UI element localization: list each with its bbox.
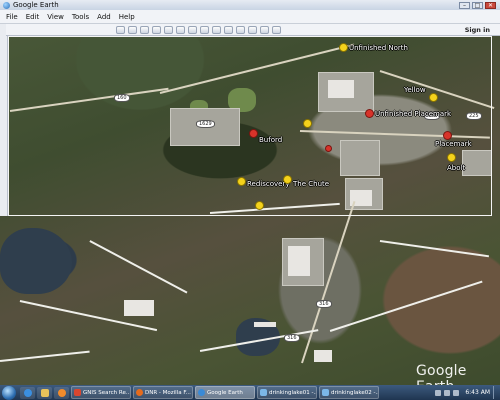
folder-icon [40,388,49,397]
road-shield: 225 [466,112,482,120]
media-player-icon [57,388,66,397]
print-icon[interactable] [248,25,257,34]
building-3 [288,246,310,276]
minimize-button[interactable]: – [459,1,470,9]
pushpin-icon [238,178,245,185]
toolbar: Sign in [6,24,500,36]
maximize-button[interactable]: □ [472,1,483,9]
historical-imagery-icon[interactable] [188,25,197,34]
task-gnis-search[interactable]: GNIS Search Re... [71,386,131,399]
pushpin-icon [256,202,263,209]
sidebar-collapsed[interactable] [0,24,8,216]
save-image-icon[interactable] [260,25,269,34]
record-tour-icon[interactable] [176,25,185,34]
email-icon[interactable] [236,25,245,34]
placemark[interactable]: Abolt [447,154,465,172]
menu-edit[interactable]: Edit [26,13,40,21]
sunlight-icon[interactable] [200,25,209,34]
title-bar[interactable]: Google Earth – □ ✕ [0,0,500,10]
placemark[interactable]: Placemark [435,132,472,148]
pushpin-icon [366,110,373,117]
building-6 [254,322,276,327]
placemark[interactable] [326,146,333,151]
taskbar-pin-ie[interactable] [20,386,35,399]
taskbar: GNIS Search Re... DNR - Mozilla F... Goo… [0,385,500,400]
placemark[interactable]: The Chute [284,176,329,188]
task-drinkinglake02[interactable]: drinkinglake02 -... [319,386,379,399]
hide-sidebar-icon[interactable] [116,25,125,34]
internet-explorer-icon [23,388,32,397]
ruler-icon[interactable] [224,25,233,34]
task-drinkinglake01[interactable]: drinkinglake01 -... [257,386,317,399]
image-overlay-icon[interactable] [164,25,173,34]
road-shield: 316 [284,334,300,342]
lake-west [0,228,72,294]
menu-file[interactable]: File [6,13,18,21]
road-i [379,240,490,257]
parking-lot-6 [462,150,492,176]
google-earth-icon [198,389,205,396]
pushpin-icon [429,94,437,101]
pushpin-icon [444,132,451,139]
taskbar-pin-explorer[interactable] [37,386,52,399]
pushpin-icon [326,146,331,151]
pushpin-icon [250,130,257,137]
sign-in-link[interactable]: Sign in [465,26,490,34]
road-h [89,240,188,294]
placemark[interactable]: Buford [250,130,282,144]
road-a [9,87,169,112]
show-hidden-icons-icon[interactable] [435,389,442,396]
menu-bar: File Edit View Tools Add Help [0,10,500,24]
placemark[interactable] [256,202,265,209]
road-k [0,350,90,362]
add-polygon-icon[interactable] [140,25,149,34]
planets-icon[interactable] [212,25,221,34]
clock[interactable]: 6:43 AM [465,389,490,396]
window-title: Google Earth [13,1,59,9]
menu-tools[interactable]: Tools [72,13,89,21]
add-path-icon[interactable] [152,25,161,34]
browser-icon [74,389,81,396]
road-shield: 316 [316,300,332,308]
menu-add[interactable]: Add [97,13,111,21]
volume-icon[interactable] [453,389,460,396]
task-dnr-mozilla[interactable]: DNR - Mozilla F... [133,386,193,399]
google-earth-logo-icon [3,1,10,9]
start-button[interactable] [2,385,16,400]
satellite-map[interactable]: 160 1629 225 316 316 440 Unfinished Nort… [0,0,500,400]
placemark[interactable]: Unfinished North [340,44,408,52]
paint-icon [322,389,329,396]
road-f [329,280,483,332]
placemark[interactable]: Rediscovery [238,178,290,188]
add-placemark-icon[interactable] [128,25,137,34]
pushpin-icon [448,154,455,161]
parking-lot-2 [340,140,380,176]
placemark[interactable]: Unfinished Placemark [366,110,451,118]
taskbar-pin-media[interactable] [54,386,69,399]
close-button[interactable]: ✕ [485,1,496,9]
building-5 [124,300,154,316]
paint-icon [260,389,267,396]
placemark[interactable]: Yellow [402,86,437,101]
task-google-earth[interactable]: Google Earth [195,386,255,399]
system-tray: 6:43 AM [435,386,497,399]
firefox-icon [136,389,143,396]
pushpin-icon [284,176,291,183]
placemark[interactable] [304,120,313,127]
pushpin-icon [304,120,311,127]
road-shield: 1629 [196,120,215,128]
show-desktop-button[interactable] [493,386,497,399]
pushpin-icon [340,44,347,51]
building-4 [314,350,332,362]
building-1 [328,80,354,98]
road-g [209,202,340,214]
menu-help[interactable]: Help [119,13,135,21]
window-controls: – □ ✕ [459,1,496,9]
menu-view[interactable]: View [47,13,64,21]
road-c [379,70,495,110]
view-in-maps-icon[interactable] [272,25,281,34]
road-shield: 160 [114,94,130,102]
network-icon[interactable] [444,389,451,396]
